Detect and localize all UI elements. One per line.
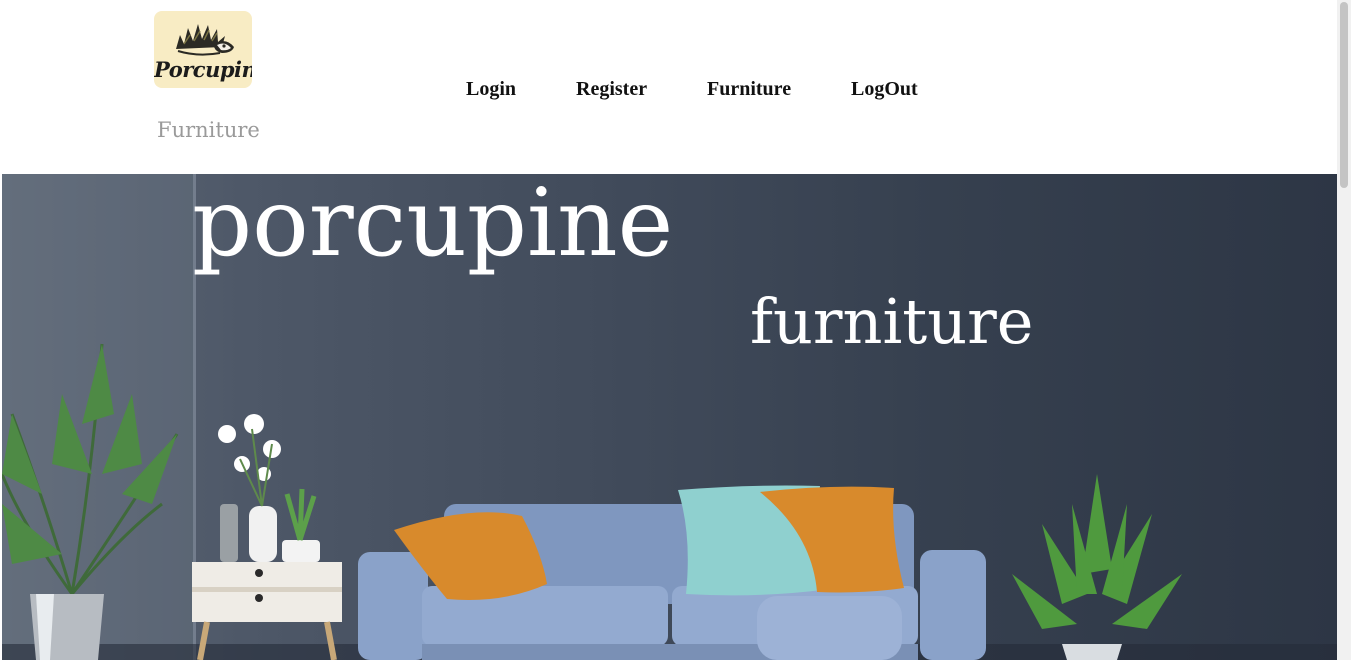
nav-furniture-link[interactable]: Furniture (707, 78, 791, 101)
nav-logout-link[interactable]: LogOut (851, 78, 918, 101)
hero-banner: porcupine furniture (2, 174, 1337, 660)
hero-subtitle: furniture (750, 285, 1034, 358)
brand-logo[interactable]: Porcupine (154, 11, 252, 88)
brand-subtitle: Furniture (157, 118, 260, 142)
sofa (358, 485, 986, 660)
side-table (192, 414, 342, 660)
nav-login-link[interactable]: Login (466, 78, 516, 101)
plant-right (1012, 474, 1182, 660)
logo-wordmark: Porcupine (154, 57, 252, 82)
hero-title: porcupine (192, 174, 674, 278)
site-header: Porcupine Furniture Login Register Furni… (0, 0, 1337, 174)
nav-register-link[interactable]: Register (576, 78, 647, 101)
page-scrollbar-thumb[interactable] (1340, 2, 1348, 188)
